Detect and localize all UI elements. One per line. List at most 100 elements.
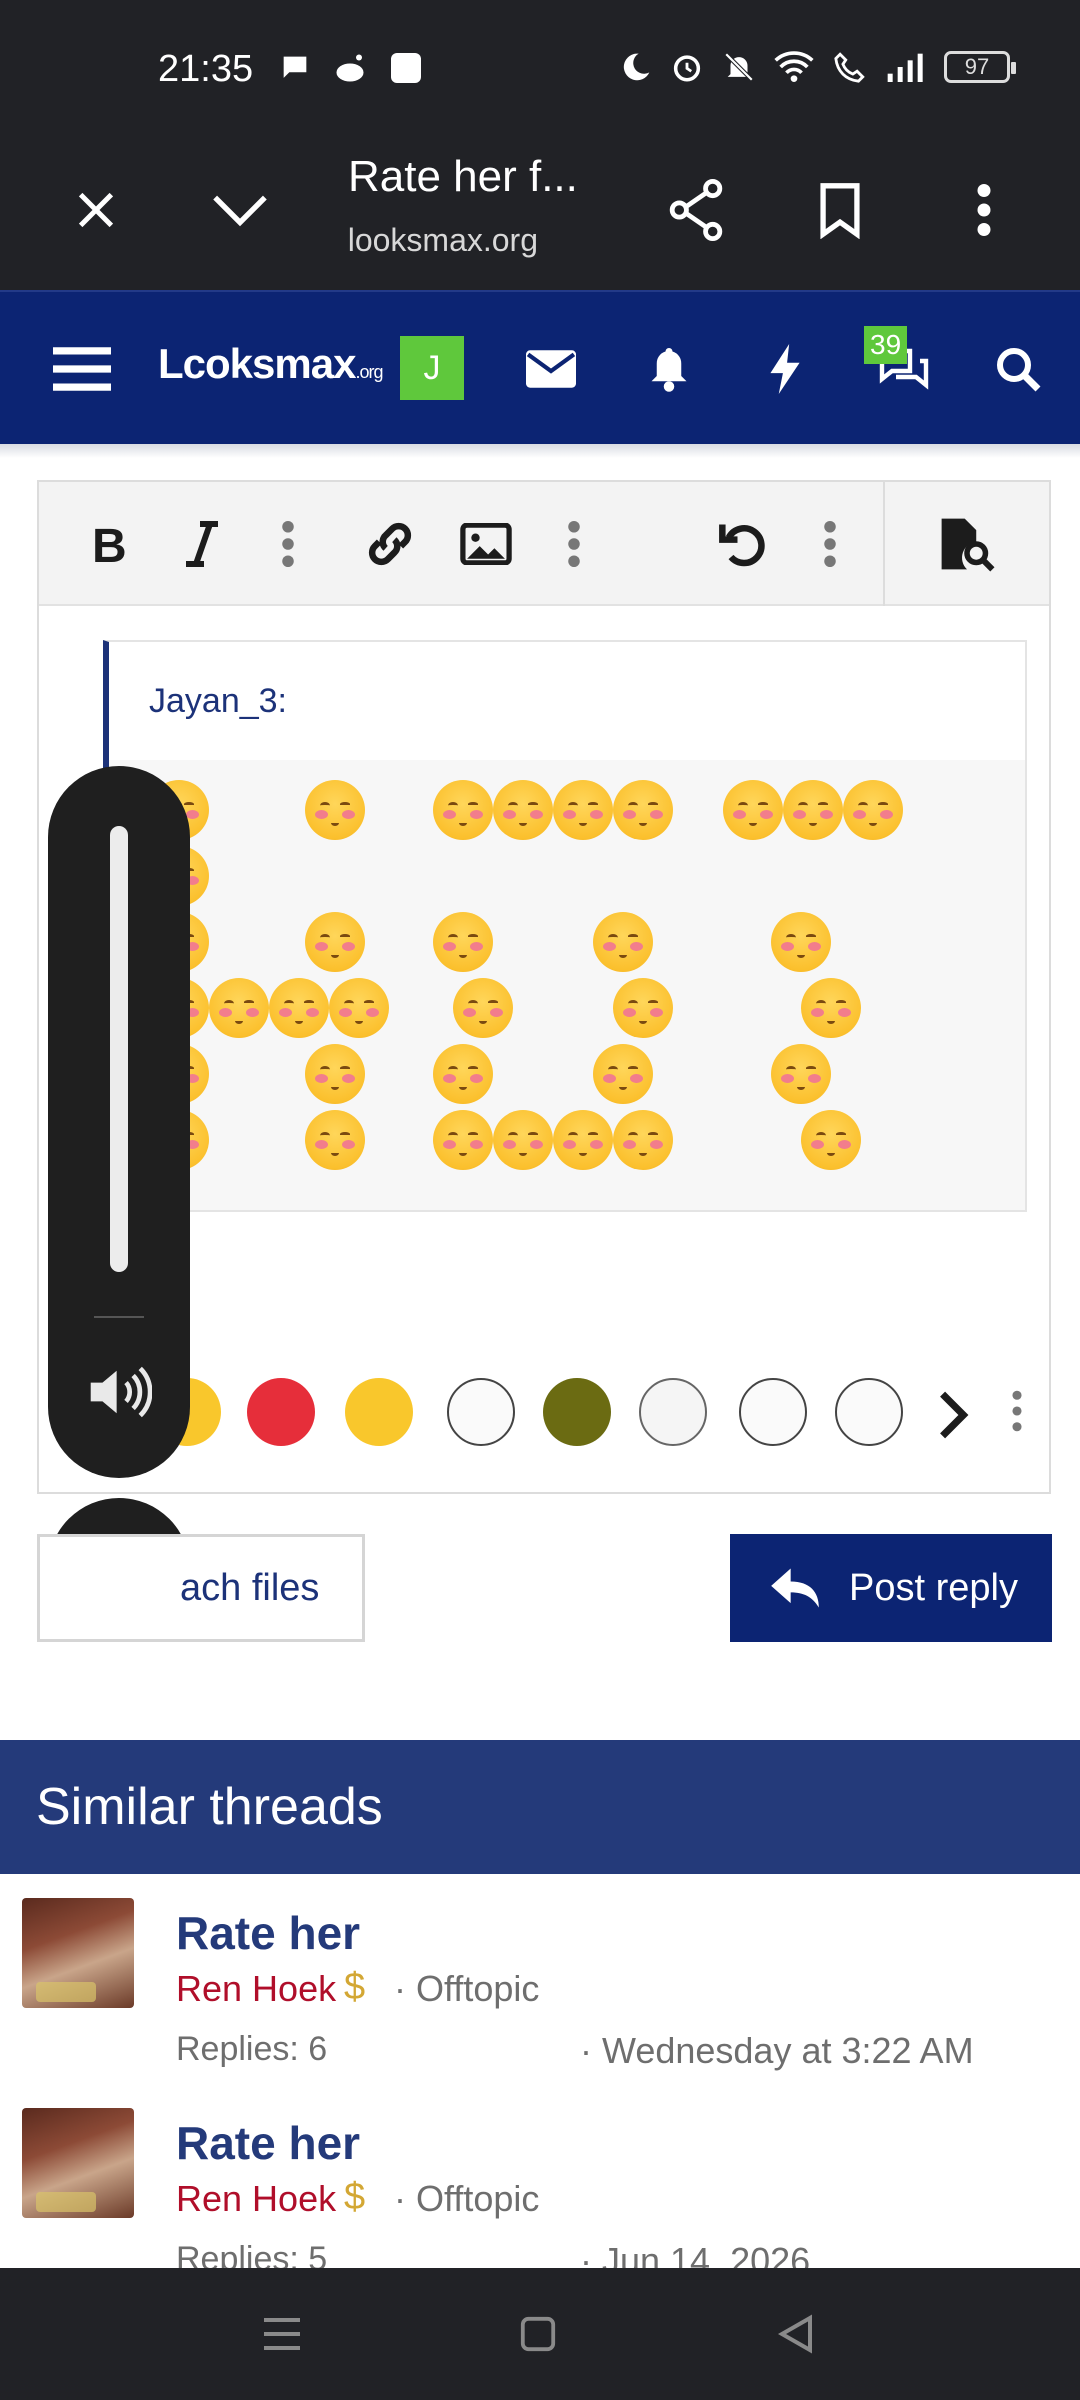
preview-button[interactable] (883, 482, 1049, 606)
recents-icon (264, 2318, 300, 2350)
flushed-blush-emoji (801, 1110, 861, 1170)
page-title: Rate her f... (348, 152, 578, 201)
bell-icon (651, 348, 687, 392)
undo-button[interactable] (709, 504, 779, 584)
svg-text:B: B (92, 520, 127, 568)
search-icon (997, 348, 1041, 392)
volume-slider[interactable] (110, 826, 128, 1272)
thread-item[interactable]: Rate her Ren Hoek $ · Offtopic Replies: … (0, 1888, 1080, 2092)
thread-thumbnail[interactable] (22, 2108, 134, 2218)
thread-title[interactable]: Rate her (176, 1906, 360, 1960)
recents-button[interactable] (252, 2304, 312, 2364)
thread-author[interactable]: Ren Hoek (176, 1968, 336, 2010)
similar-threads-title: Similar threads (36, 1778, 383, 1836)
attach-files-button[interactable]: ach files (37, 1534, 365, 1642)
bookmark-button[interactable] (800, 170, 880, 250)
wojak-icon[interactable] (447, 1378, 515, 1446)
search-button[interactable] (978, 292, 1058, 446)
logo-suffix: .org (355, 362, 383, 382)
back-button[interactable] (766, 2304, 826, 2364)
share-icon (669, 179, 723, 241)
menu-icon (53, 347, 111, 391)
thread-forum[interactable]: · Offtopic (394, 2178, 539, 2220)
flushed-blush-emoji (433, 912, 493, 972)
quote-author: Jayan_3: (149, 682, 287, 720)
volume-divider (94, 1316, 144, 1318)
home-button[interactable] (508, 2304, 568, 2364)
minimize-tab-button[interactable] (200, 170, 280, 250)
flushed-blush-emoji (209, 978, 269, 1038)
link-icon (368, 522, 412, 566)
avatar-letter: J (423, 348, 441, 387)
logo-text: Lcoksmax (158, 340, 356, 387)
dollar-icon: $ (344, 2176, 366, 2218)
flushed-blush-emoji (269, 978, 329, 1038)
back-icon (777, 2314, 812, 2354)
post-reply-button[interactable]: Post reply (730, 1534, 1052, 1642)
bold-button[interactable]: B (75, 504, 145, 584)
browser-toolbar: Rate her f... looksmax.org (0, 140, 1080, 290)
site-navigation: Lcoksmax.org J 39 (0, 290, 1080, 444)
thread-thumbnail[interactable] (22, 1898, 134, 2008)
flushed-blush-emoji (329, 978, 389, 1038)
flushed-blush-emoji (433, 1110, 493, 1170)
more-vertical-icon[interactable] (1011, 1390, 1023, 1432)
flushed-blush-emoji (613, 1110, 673, 1170)
more-tools-button[interactable] (795, 504, 865, 584)
more-format-button[interactable] (253, 504, 323, 584)
flushed-blush-emoji (553, 780, 613, 840)
site-logo[interactable]: Lcoksmax.org (158, 340, 383, 388)
unamused-face-icon[interactable] (345, 1378, 413, 1446)
conversations-button[interactable] (864, 292, 944, 446)
flushed-blush-emoji (723, 780, 783, 840)
volume-mute-toggle[interactable] (84, 1362, 154, 1422)
home-icon (520, 2316, 556, 2352)
wifi-call-icon (834, 52, 865, 83)
flushed-blush-emoji (593, 912, 653, 972)
bold-icon: B (92, 520, 127, 568)
flushed-blush-emoji (433, 780, 493, 840)
italic-button[interactable] (167, 504, 237, 584)
quote-header: Jayan_3: (109, 642, 1025, 760)
flushed-blush-emoji (593, 1044, 653, 1104)
bookmark-icon (820, 183, 860, 239)
more-insert-button[interactable] (539, 504, 609, 584)
flushed-blush-emoji (771, 1044, 831, 1104)
nav-shadow (0, 444, 1080, 458)
similar-threads-heading: Similar threads (0, 1740, 1080, 1874)
angry-face-icon[interactable] (247, 1378, 315, 1446)
app-thumbnail-icon (391, 53, 421, 83)
user-avatar[interactable]: J (400, 336, 464, 400)
chevron-right-icon[interactable] (935, 1390, 971, 1440)
crying-wojak-icon[interactable] (639, 1378, 707, 1446)
chevron-down-icon (213, 195, 267, 227)
signal-icon (887, 53, 923, 82)
more-vertical-icon (282, 521, 294, 567)
sad-wojak-icon[interactable] (739, 1378, 807, 1446)
shrek-icon[interactable] (543, 1378, 611, 1446)
thread-title[interactable]: Rate her (176, 2116, 360, 2170)
hamburger-menu-button[interactable] (42, 292, 122, 446)
flushed-blush-emoji (305, 912, 365, 972)
lightning-icon (770, 344, 800, 394)
alerts-button[interactable] (634, 292, 704, 446)
flushed-blush-emoji (843, 780, 903, 840)
undo-icon (719, 524, 765, 567)
browser-menu-button[interactable] (944, 170, 1024, 250)
inbox-button[interactable] (516, 292, 586, 446)
flushed-blush-emoji (493, 780, 553, 840)
thread-author[interactable]: Ren Hoek (176, 2178, 336, 2220)
share-button[interactable] (656, 170, 736, 250)
whats-new-button[interactable] (750, 292, 820, 446)
blank-wojak-icon[interactable] (835, 1378, 903, 1446)
flushed-blush-emoji (305, 1110, 365, 1170)
flushed-blush-emoji (453, 978, 513, 1038)
flushed-blush-emoji (305, 780, 365, 840)
image-button[interactable] (451, 504, 521, 584)
thread-forum[interactable]: · Offtopic (394, 1968, 539, 2010)
link-button[interactable] (355, 504, 425, 584)
reply-icon (771, 1568, 819, 1608)
flushed-blush-emoji (771, 912, 831, 972)
screen: { "status_bar": { "time": "21:35", "batt… (0, 0, 1080, 2400)
close-tab-button[interactable] (56, 170, 136, 250)
